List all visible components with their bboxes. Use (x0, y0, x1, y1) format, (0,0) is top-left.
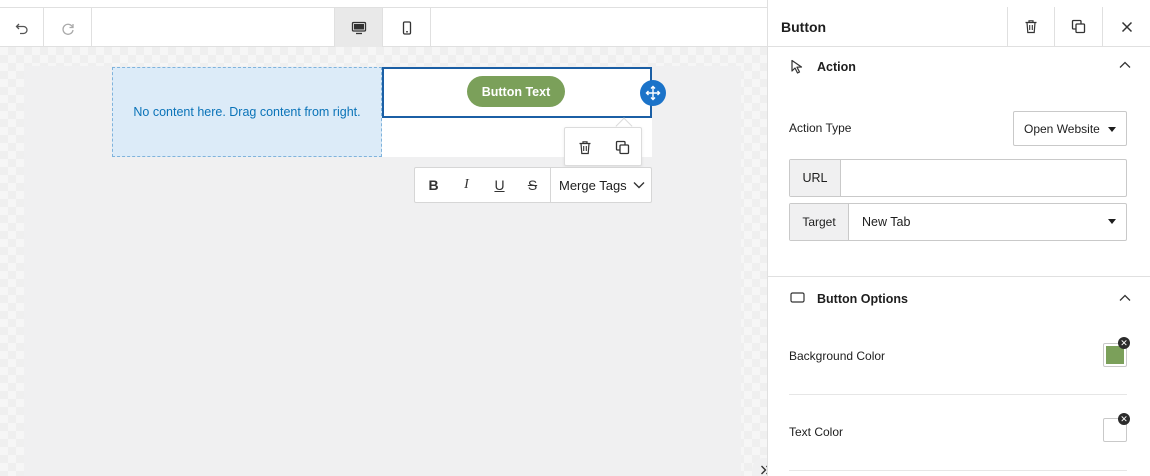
duplicate-icon (1071, 19, 1086, 34)
dropzone-text: No content here. Drag content from right… (133, 105, 361, 119)
button-outline-icon (790, 292, 805, 303)
target-label: Target (790, 204, 849, 240)
desktop-view-button[interactable] (335, 8, 382, 47)
block-actions-popover (564, 127, 642, 166)
settings-panel: Button Action Action Type Open Website U… (767, 7, 1150, 476)
trash-icon (1025, 20, 1036, 34)
target-select[interactable]: New Tab (850, 204, 1126, 240)
merge-tags-label: Merge Tags (559, 177, 627, 193)
move-icon (645, 85, 661, 101)
strikethrough-button[interactable]: S (516, 168, 549, 202)
toolbar-divider (430, 8, 431, 47)
close-icon (1121, 21, 1132, 32)
action-section-title: Action (817, 60, 856, 74)
italic-button[interactable]: I (450, 168, 483, 202)
delete-block-button[interactable] (574, 136, 596, 158)
button-options-title: Button Options (817, 292, 908, 306)
target-input-group: Target New Tab (789, 203, 1127, 241)
editor-toolbar (0, 7, 767, 47)
trash-icon (579, 140, 591, 154)
toolbar-divider (91, 8, 92, 47)
url-input-group: URL (789, 159, 1127, 197)
chevron-down-icon (633, 182, 645, 189)
duplicate-icon (615, 140, 629, 154)
panel-header: Button (768, 7, 1150, 47)
chevron-up-icon (1119, 61, 1131, 68)
chevron-up-icon (1119, 294, 1131, 301)
text-color-label: Text Color (789, 425, 844, 439)
toolbar-divider (334, 8, 335, 47)
section-divider (768, 276, 1150, 277)
undo-icon (15, 23, 28, 34)
top-strip (0, 0, 767, 7)
row-divider (789, 470, 1127, 471)
panel-top-strip (767, 0, 1150, 7)
cursor-icon (791, 59, 803, 74)
clear-background-color-icon[interactable]: ✕ (1118, 337, 1130, 349)
undo-button[interactable] (0, 8, 43, 47)
desktop-icon (351, 21, 366, 34)
panel-title: Button (781, 19, 827, 35)
target-value: New Tab (862, 215, 911, 229)
mobile-view-button[interactable] (383, 8, 430, 47)
redo-icon (61, 23, 74, 35)
redo-button[interactable] (44, 8, 91, 47)
empty-column-dropzone[interactable]: No content here. Drag content from right… (112, 67, 382, 157)
row-divider (789, 394, 1127, 395)
bold-button[interactable]: B (417, 168, 450, 202)
canvas-button[interactable]: Button Text (467, 76, 565, 107)
action-type-label: Action Type (789, 121, 852, 135)
url-label: URL (790, 160, 841, 196)
move-handle[interactable] (640, 80, 666, 106)
panel-duplicate-button[interactable] (1055, 7, 1102, 46)
caret-down-icon (1108, 127, 1116, 132)
clear-text-color-icon[interactable]: ✕ (1118, 413, 1130, 425)
mobile-icon (402, 20, 411, 35)
panel-close-button[interactable] (1103, 7, 1150, 46)
text-format-toolbar: B I U S Merge Tags (414, 167, 652, 203)
action-type-value: Open Website (1024, 121, 1100, 136)
panel-delete-button[interactable] (1007, 7, 1054, 46)
background-color-label: Background Color (789, 349, 886, 363)
url-input[interactable] (842, 160, 1126, 196)
underline-button[interactable]: U (483, 168, 516, 202)
action-section-header[interactable]: Action (768, 47, 1150, 87)
merge-tags-dropdown[interactable]: Merge Tags (551, 168, 651, 202)
action-type-select[interactable]: Open Website (1013, 111, 1127, 146)
button-options-section-header[interactable]: Button Options (768, 278, 1150, 318)
duplicate-block-button[interactable] (611, 136, 633, 158)
caret-down-icon (1108, 219, 1116, 224)
